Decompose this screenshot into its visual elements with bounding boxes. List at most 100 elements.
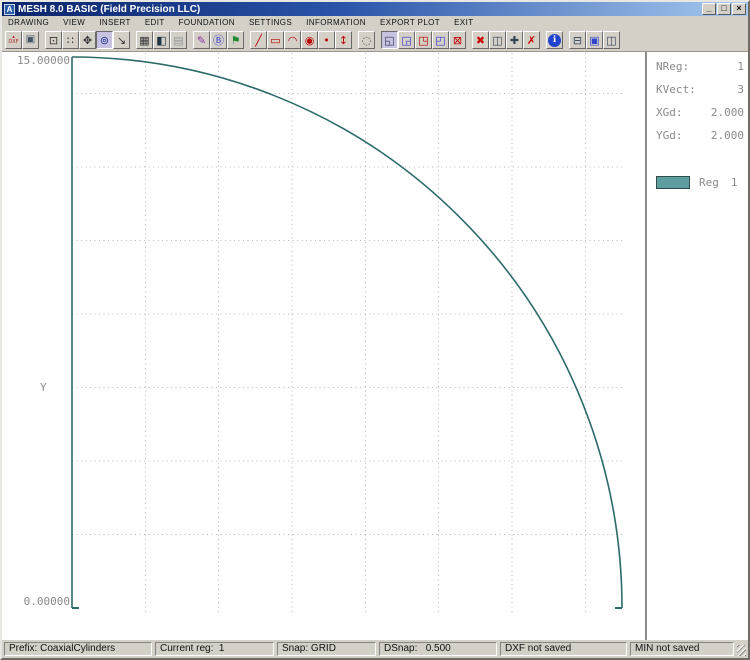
copy-plot-icon: ◫ [606,35,616,46]
zoom-window-button[interactable]: ⊡ [45,31,62,49]
status-dxf-status: DXF not saved [500,642,627,656]
move-object-icon: ✚ [510,35,519,46]
pick-vertex-button[interactable]: ◱ [381,31,398,49]
menu-item-drawing[interactable]: DRAWING [8,18,57,27]
print-plot-button[interactable]: ⊟ [569,31,586,49]
status-snap: Snap: GRID [277,642,376,656]
line-tool-icon: ╱ [255,35,262,46]
side-panel: NReg:1KVect:3XGd:2.000YGd:2.000 Reg 1 [647,52,748,640]
move-vertex-button[interactable]: ◳ [415,31,432,49]
grid-display-icon: ▦ [139,35,149,46]
mesh-display-button[interactable]: ▤ [170,31,187,49]
print-plot-icon: ⊟ [573,35,582,46]
pick-segment-button[interactable]: ◲ [398,31,415,49]
point-tool-button[interactable]: • [318,31,335,49]
zoom-in-icon: ∷ [67,35,74,46]
region-boundary-arc [72,57,622,608]
status-min-status: MIN not saved [630,642,734,656]
delete-vertex-button[interactable]: ⊠ [449,31,466,49]
app-icon: A [4,4,15,15]
toolbar: ▴ DXF ▣ ⊡ ∷ ✥⊚↘ ▦ ◧ ▤ ✎Ⓑ ⚑ ╱ ▭ ◠ ◉• ↕ ◌ ◱ ◲ ◳ ◰ ⊠ ✖ ◫ ✚ ✗ ℹ ⊟ ▣ ◫ [2,29,748,52]
circle-tool-button[interactable]: ◉ [301,31,318,49]
global-view-button[interactable]: ⊚ [96,31,113,49]
pick-segment-icon: ◲ [401,35,411,46]
menu-item-exit[interactable]: EXIT [454,18,481,27]
lasso-select-button[interactable]: ◌ [358,31,375,49]
delete-object-icon: ✗ [527,35,536,46]
zoom-in-button[interactable]: ∷ [62,31,79,49]
save-min-icon: ▣ [26,35,35,45]
move-object-button[interactable]: ✚ [506,31,523,49]
arc-tool-button[interactable]: ◠ [284,31,301,49]
param-kvect: KVect:3 [656,83,748,106]
circle-tool-icon: ◉ [305,35,315,46]
maximize-button[interactable]: □ [717,3,731,15]
save-plot-icon: ▣ [589,35,599,46]
expand-view-button[interactable]: ✥ [79,31,96,49]
vector-tool-icon: ↕ [339,35,348,46]
region-colors-icon: ⚑ [231,35,241,46]
close-button[interactable]: × [732,3,746,15]
erase-icon: ✖ [476,35,485,46]
info-icon: ℹ [548,34,561,47]
copy-object-icon: ◫ [492,35,502,46]
line-tool-button[interactable]: ╱ [250,31,267,49]
y-axis-title: Y [40,381,47,394]
menu-item-insert[interactable]: INSERT [99,18,139,27]
menu-item-information[interactable]: INFORMATION [306,18,374,27]
param-nreg-value: 1 [702,60,744,73]
app-window: A MESH 8.0 BASIC (Field Precision LLC) _… [0,0,750,660]
param-kvect-label: KVect: [656,83,702,96]
region-colors-button[interactable]: ⚑ [227,31,244,49]
param-nreg-label: NReg: [656,60,702,73]
resize-grip[interactable] [737,645,746,656]
status-bar: Prefix: CoaxialCylindersCurrent reg: 1Sn… [4,642,734,656]
lasso-select-icon: ◌ [362,35,372,46]
move-vertex-icon: ◳ [418,35,428,46]
copy-object-button[interactable]: ◫ [489,31,506,49]
legend-entry: Reg 1 [656,176,748,189]
y-axis-min-label: 0.00000 [12,595,70,608]
region-shading-button[interactable]: ◧ [153,31,170,49]
mesh-display-icon: ▤ [173,35,183,46]
import-dxf-button[interactable]: ▴ DXF [5,31,22,49]
param-nreg: NReg:1 [656,60,748,83]
grid-display-button[interactable]: ▦ [136,31,153,49]
erase-button[interactable]: ✖ [472,31,489,49]
plot-canvas[interactable]: 15.00000 0.00000 Y [2,52,645,640]
copy-plot-button[interactable]: ◫ [603,31,620,49]
info-button[interactable]: ℹ [546,31,563,49]
region-shading-icon: ◧ [156,35,166,46]
title-bar: A MESH 8.0 BASIC (Field Precision LLC) _… [2,2,748,16]
param-ygd-value: 2.000 [702,129,744,142]
save-min-button[interactable]: ▣ [22,31,39,49]
rectangle-tool-button[interactable]: ▭ [267,31,284,49]
status-bar-wrap: Prefix: CoaxialCylindersCurrent reg: 1Sn… [2,640,748,658]
vector-tool-button[interactable]: ↕ [335,31,352,49]
legend-label: Reg [699,176,719,189]
legend-region-number: 1 [731,176,738,189]
menu-item-settings[interactable]: SETTINGS [249,18,300,27]
param-kvect-value: 3 [702,83,744,96]
arc-tool-icon: ◠ [288,35,298,46]
param-ygd: YGd:2.000 [656,129,748,152]
boundary-display-button[interactable]: Ⓑ [210,31,227,49]
delete-vertex-icon: ⊠ [453,35,462,46]
menu-item-view[interactable]: VIEW [63,18,93,27]
menu-item-foundation[interactable]: FOUNDATION [179,18,243,27]
param-ygd-label: YGd: [656,129,702,142]
pick-vertex-icon: ◱ [384,35,394,46]
side-params: NReg:1KVect:3XGd:2.000YGd:2.000 [656,60,748,152]
plot-svg [2,52,645,640]
save-plot-button[interactable]: ▣ [586,31,603,49]
pan-view-button[interactable]: ↘ [113,31,130,49]
title-controls: _□× [701,3,746,15]
menu-item-edit[interactable]: EDIT [145,18,173,27]
menu-item-export-plot[interactable]: EXPORT PLOT [380,18,448,27]
minimize-button[interactable]: _ [702,3,716,15]
insert-vertex-button[interactable]: ◰ [432,31,449,49]
delete-object-button[interactable]: ✗ [523,31,540,49]
plot-annotation-button[interactable]: ✎ [193,31,210,49]
legend-swatch [656,176,690,189]
menubar: DRAWING VIEW INSERT EDIT FOUNDATION SETTINGS I… [2,16,748,29]
